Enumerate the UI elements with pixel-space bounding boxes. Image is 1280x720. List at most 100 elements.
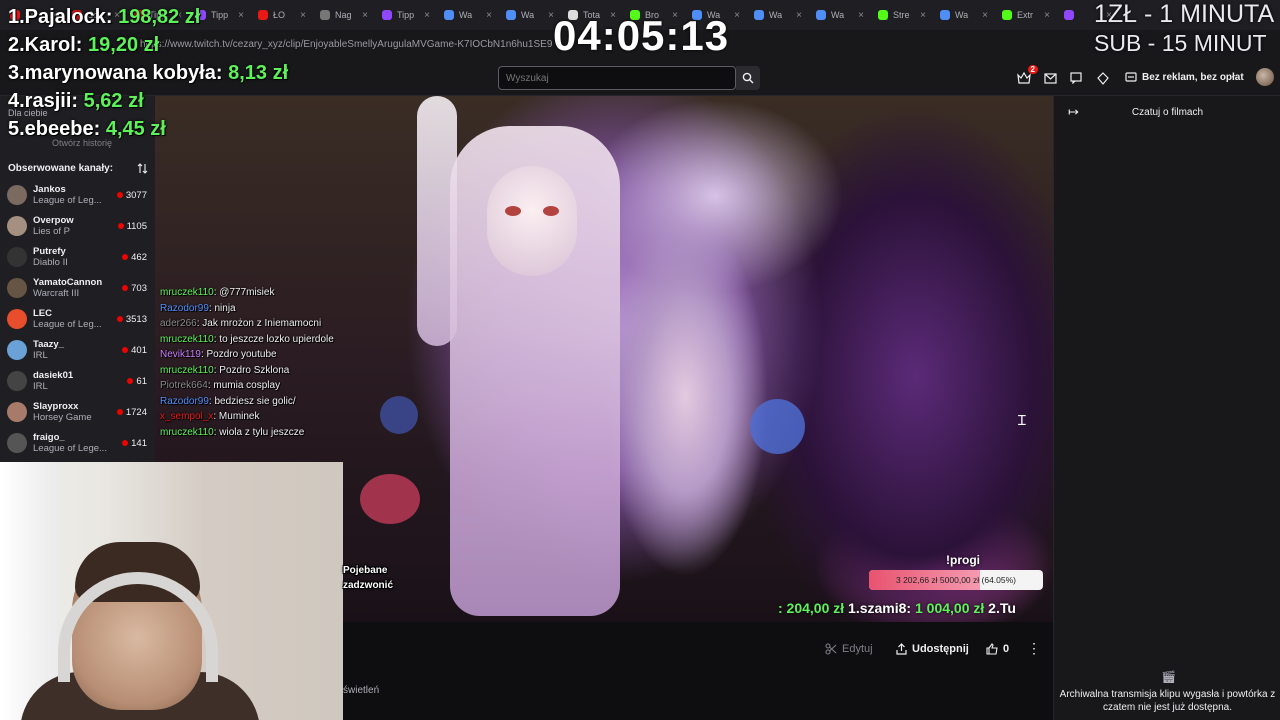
browser-tab[interactable]: Wa × bbox=[500, 3, 560, 27]
tab-close-icon[interactable]: × bbox=[734, 10, 740, 21]
sidebar-channel-fraigo[interactable]: fraigo_ League of Lege... 141 bbox=[7, 428, 147, 458]
browser-tab[interactable]: Tipp × bbox=[376, 3, 436, 27]
live-dot-icon bbox=[122, 254, 129, 260]
channel-viewers: 3513 bbox=[125, 313, 147, 325]
channel-game: League of Leg... bbox=[33, 319, 102, 330]
progress-title: !progi bbox=[946, 553, 980, 567]
bits-button[interactable] bbox=[1095, 70, 1111, 86]
collapse-chat-icon[interactable]: ↦ bbox=[1068, 104, 1079, 120]
clapperboard-icon: 🎬︎ bbox=[1161, 670, 1177, 684]
sidebar-channel-taazy[interactable]: Taazy_ IRL 401 bbox=[7, 335, 147, 365]
tab-close-icon[interactable]: × bbox=[486, 10, 492, 21]
thumbs-up-icon bbox=[986, 643, 998, 655]
edit-label: Edytuj bbox=[842, 643, 873, 655]
channel-name: Overpow bbox=[33, 215, 74, 226]
chat-username: mruczek110 bbox=[160, 364, 214, 376]
channel-text: Slayproxx Horsey Game bbox=[33, 401, 109, 423]
bits-gem-icon bbox=[1097, 71, 1109, 85]
sidebar-channel-putrefy[interactable]: Putrefy Diablo II 462 bbox=[7, 242, 147, 272]
search-input[interactable] bbox=[498, 66, 736, 90]
channel-text: YamatoCannon Warcraft III bbox=[33, 277, 109, 299]
channel-text: dasiek01 IRL bbox=[33, 370, 109, 392]
live-dot-icon bbox=[117, 223, 124, 229]
chat-username: x_sempol_x bbox=[160, 411, 214, 422]
chat-username: mruczek110 bbox=[160, 426, 214, 438]
channel-avatar bbox=[7, 247, 27, 267]
channel-text: fraigo_ League of Lege... bbox=[33, 432, 109, 454]
like-count: 0 bbox=[1003, 643, 1010, 655]
tab-favicon-icon bbox=[878, 10, 888, 20]
overlay-chat-message: mruczek110: @777misiek bbox=[160, 285, 360, 301]
sidebar-channel-yamatocannon[interactable]: YamatoCannon Warcraft III 703 bbox=[7, 273, 147, 303]
browser-tab[interactable]: Wa × bbox=[934, 3, 994, 27]
channel-name: Taazy_ bbox=[33, 339, 64, 350]
tab-close-icon[interactable]: × bbox=[982, 10, 988, 21]
tab-close-icon[interactable]: × bbox=[858, 10, 864, 21]
tab-label: Stre bbox=[893, 10, 910, 20]
overlay-chat-message: Razodor99: ninja bbox=[160, 301, 360, 317]
browser-tab[interactable]: Wa × bbox=[438, 3, 498, 27]
video-figure-head bbox=[487, 166, 577, 276]
user-avatar[interactable] bbox=[1256, 68, 1274, 86]
share-button[interactable]: Udostępnij bbox=[896, 638, 969, 660]
channel-name: YamatoCannon bbox=[33, 277, 103, 288]
sidebar-channel-dasiek01[interactable]: dasiek01 IRL 61 bbox=[7, 366, 147, 396]
video-balloon-pink bbox=[360, 474, 420, 524]
channel-name: fraigo_ bbox=[33, 432, 65, 443]
tab-favicon-icon bbox=[940, 10, 950, 20]
video-figure-eye-left bbox=[505, 206, 521, 216]
search-button[interactable] bbox=[736, 66, 760, 90]
chat-username: ader266 bbox=[160, 318, 197, 329]
channel-text: LEC League of Leg... bbox=[33, 308, 109, 330]
edit-button[interactable]: Edytuj bbox=[825, 638, 873, 660]
leaderboard-entry: 4.rasjii: 5,62 zł bbox=[8, 90, 144, 113]
address-url: https://www.twitch.tv/cezary_xyz/clip/En… bbox=[140, 38, 553, 50]
whispers-button[interactable] bbox=[1068, 70, 1084, 86]
sidebar-channel-lec[interactable]: LEC League of Leg... 3513 bbox=[7, 304, 147, 334]
video-figure-eye-right bbox=[543, 206, 559, 216]
live-dot-icon bbox=[122, 285, 129, 291]
browser-tab[interactable]: Extr × bbox=[996, 3, 1056, 27]
browser-tab[interactable]: Nag × bbox=[314, 3, 374, 27]
like-button[interactable]: 0 bbox=[986, 638, 1009, 660]
sidebar-channel-jankos[interactable]: Jankos League of Leg... 3077 bbox=[7, 180, 147, 210]
chat-username: Piotrek664 bbox=[160, 380, 208, 391]
live-dot-icon bbox=[122, 347, 129, 353]
channel-viewers: 703 bbox=[131, 282, 147, 294]
channel-viewers: 61 bbox=[136, 375, 147, 387]
tab-close-icon[interactable]: × bbox=[920, 10, 926, 21]
channel-avatar bbox=[7, 309, 27, 329]
sub-timer-line-1: 1ZŁ - 1 MINUTA bbox=[1094, 0, 1275, 28]
browser-tab[interactable]: Stre × bbox=[872, 3, 932, 27]
chat-text: ninja bbox=[214, 302, 236, 314]
channel-game: IRL bbox=[33, 381, 48, 392]
chat-username: Razodor99 bbox=[160, 395, 209, 407]
channel-text: Overpow Lies of P bbox=[33, 215, 109, 237]
tab-close-icon[interactable]: × bbox=[238, 10, 244, 21]
inbox-button[interactable] bbox=[1042, 70, 1058, 86]
share-icon bbox=[896, 643, 907, 655]
browser-tab[interactable]: Wa × bbox=[810, 3, 870, 27]
sidebar-channel-slayproxx[interactable]: Slayproxx Horsey Game 1724 bbox=[7, 397, 147, 427]
tab-favicon-icon bbox=[382, 10, 392, 20]
browser-tab[interactable]: Wa × bbox=[748, 3, 808, 27]
overlay-chat-message: Razodor99: bedziesz sie golic/ bbox=[160, 394, 360, 410]
tab-close-icon[interactable]: × bbox=[1044, 10, 1050, 21]
tab-favicon-icon bbox=[320, 10, 330, 20]
tab-close-icon[interactable]: × bbox=[424, 10, 430, 21]
stream-timer: 04:05:13 bbox=[553, 12, 730, 59]
notifications-button[interactable]: 2 bbox=[1016, 65, 1038, 86]
tab-close-icon[interactable]: × bbox=[796, 10, 802, 21]
ad-free-button[interactable]: Bez reklam, bez opłat bbox=[1125, 66, 1244, 88]
sort-arrows-icon[interactable] bbox=[137, 163, 148, 174]
tab-label: ŁO bbox=[273, 10, 286, 20]
more-options-icon[interactable]: ⋮ bbox=[1027, 640, 1041, 657]
sidebar-channel-overpow[interactable]: Overpow Lies of P 1105 bbox=[7, 211, 147, 241]
leaderboard-name: 4.rasjii: bbox=[8, 90, 79, 112]
tab-close-icon[interactable]: × bbox=[300, 10, 306, 21]
channel-viewers: 462 bbox=[131, 251, 147, 263]
tab-close-icon[interactable]: × bbox=[362, 10, 368, 21]
followed-channels-title: Obserwowane kanały: bbox=[8, 163, 114, 174]
browser-tab[interactable]: ŁO × bbox=[252, 3, 312, 27]
leaderboard-entry: 1.Pajalock: 198,82 zł bbox=[8, 6, 200, 29]
